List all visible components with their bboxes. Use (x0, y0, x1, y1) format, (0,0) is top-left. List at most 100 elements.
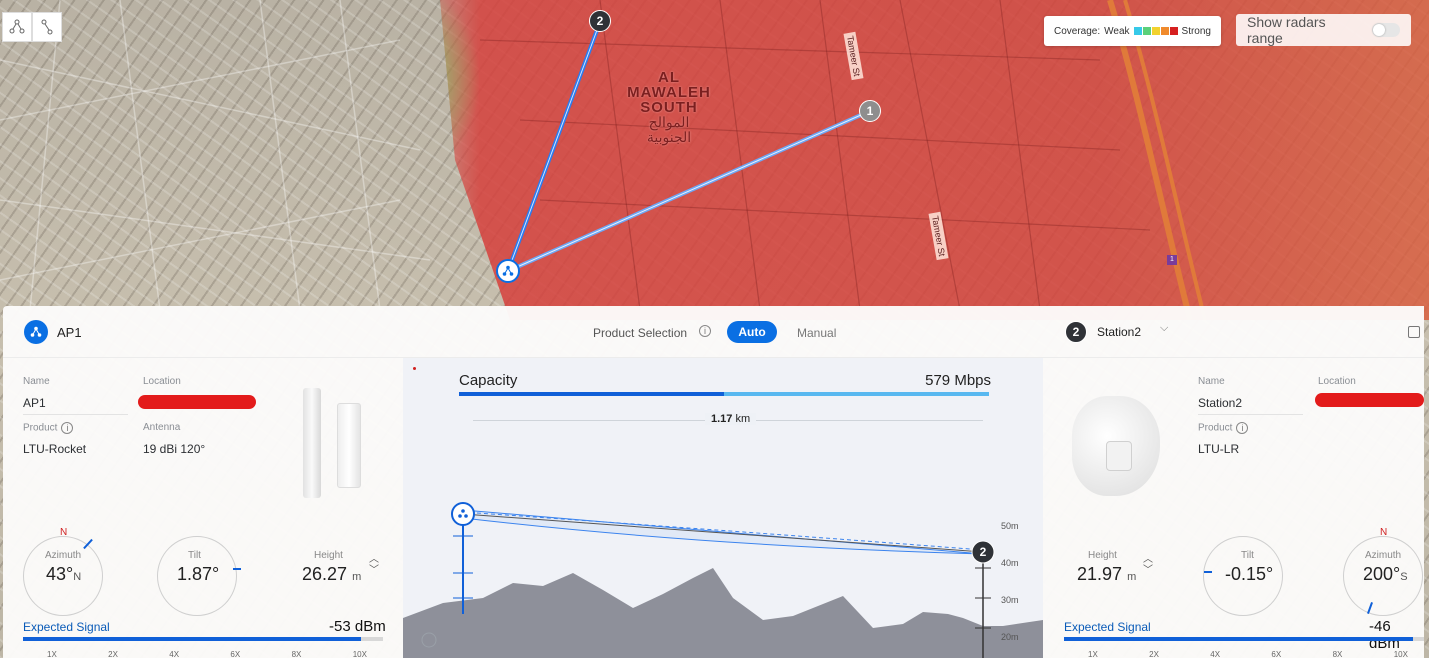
product-info-icon-right[interactable]: i (1236, 422, 1249, 434)
station-profile-label: 2 (980, 545, 987, 559)
topology-icon (9, 19, 25, 34)
scale-label: 1X (47, 650, 57, 658)
product-label: Product i (23, 422, 74, 434)
signal-scale-right: 1X 2X 4X 6X 8X 10X (1088, 650, 1408, 658)
height-tick-50: 50m (1001, 521, 1019, 531)
azimuth-label: Azimuth (45, 550, 82, 561)
scale-label: 4X (1210, 650, 1221, 658)
place-label-en: AL MAWALEH SOUTH (627, 69, 711, 116)
device-image-ltu-rocket (303, 388, 365, 498)
tilt-value-right: -0.15° (1225, 564, 1274, 584)
height-label: Height (314, 550, 343, 561)
height-tick-30: 30m (1001, 595, 1019, 605)
fresnel-zone-outer (462, 509, 984, 555)
location-redacted (138, 395, 256, 409)
radar-range-toggle[interactable]: Show radars range (1236, 14, 1411, 46)
topology-tool-button[interactable] (2, 12, 32, 42)
terrain-profile (403, 568, 1043, 658)
name-underline (23, 414, 128, 415)
scale-label: 6X (1271, 650, 1282, 658)
scale-label: 10X (352, 650, 367, 658)
route-badge: 1 (1167, 255, 1177, 265)
height-stepper[interactable]: ︿ ﹀ (369, 554, 379, 576)
azimuth-label-right: Azimuth (1365, 550, 1402, 561)
coverage-swatch-0 (1133, 27, 1142, 35)
name-value[interactable]: AP1 (23, 396, 46, 410)
radar-range-label: Show radars range (1247, 14, 1326, 46)
coverage-legend-scale (1133, 27, 1178, 35)
left-device-title: AP1 (57, 325, 82, 340)
radar-range-switch[interactable] (1371, 23, 1400, 37)
antenna-label: Antenna (143, 422, 181, 433)
tilt-label: Tilt (188, 550, 201, 561)
height-tick-20: 20m (1001, 632, 1019, 642)
product-selection-info-icon[interactable]: i (699, 325, 711, 337)
location-label: Location (143, 376, 181, 387)
scale-label: 8X (291, 650, 302, 658)
elevation-profile-chart: 2 50m 40m 30m 20m (403, 502, 1043, 658)
product-value[interactable]: LTU-Rocket (23, 442, 86, 456)
expected-signal-label: Expected Signal (23, 620, 110, 634)
product-info-icon[interactable]: i (61, 422, 74, 434)
product-label-right: Product i (1198, 422, 1249, 434)
coverage-swatch-1 (1142, 27, 1151, 35)
ap-icon (502, 265, 514, 276)
scale-label: 2X (108, 650, 118, 658)
scale-label: 6X (230, 650, 241, 658)
manual-button[interactable]: Manual (797, 326, 836, 340)
auto-button[interactable]: Auto (727, 321, 777, 343)
name-underline-right (1198, 414, 1303, 415)
signal-scale: 1X 2X 4X 6X 8X 10X (47, 650, 367, 658)
name-label: Name (23, 376, 50, 387)
tilt-label-right: Tilt (1241, 550, 1254, 561)
product-value-right[interactable]: LTU-LR (1198, 442, 1239, 456)
coverage-legend-strong: Strong (1181, 25, 1211, 37)
coverage-legend-weak: Weak (1104, 25, 1130, 37)
map-overlay (0, 0, 1207, 320)
coverage-legend-label: Coverage: (1054, 25, 1101, 37)
right-device-title[interactable]: Station2 (1097, 325, 1141, 339)
location-label-right: Location (1318, 376, 1356, 387)
ap-profile-marker[interactable] (451, 502, 475, 526)
name-label-right: Name (1198, 376, 1225, 387)
station-marker-1[interactable]: 1 (859, 100, 881, 122)
place-label-ar: الموالح الجنوبية (646, 114, 692, 145)
expected-signal-value-right: -46 dBm (1369, 618, 1400, 652)
expected-signal-label-right: Expected Signal (1064, 620, 1151, 634)
azimuth-value: 43°N (46, 564, 82, 584)
height-value-right[interactable]: 21.97 m (1077, 564, 1136, 585)
link-icon (41, 19, 53, 35)
scale-label: 2X (1149, 650, 1159, 658)
antenna-value[interactable]: 19 dBi 120° (143, 442, 205, 456)
right-device-badge: 2 (1065, 321, 1087, 343)
height-value[interactable]: 26.27 m (302, 564, 361, 585)
coverage-swatch-4 (1169, 27, 1178, 35)
name-value-right[interactable]: Station2 (1198, 396, 1242, 410)
link-profile: Capacity 579 Mbps 1.17 km 2 50m 40m 30m … (403, 358, 1043, 658)
scale-label: 10X (1393, 650, 1408, 658)
height-stepper-right[interactable]: ︿ ﹀ (1143, 554, 1153, 576)
coverage-legend: Coverage: Weak Strong (1044, 16, 1221, 46)
tilt-needle (233, 568, 241, 570)
coverage-swatch-2 (1151, 27, 1160, 35)
height-label-right: Height (1088, 550, 1117, 561)
product-selection-label: Product Selection (593, 326, 688, 340)
panel-header: AP1 Product Selection i Auto Manual 2 St… (3, 306, 1424, 358)
location-redacted-right (1315, 393, 1424, 407)
scale-label: 8X (1332, 650, 1343, 658)
station-marker-2[interactable]: 2 (589, 10, 611, 32)
device-image-ltu-lr (1068, 396, 1164, 501)
azimuth-value-right: 200°S (1363, 564, 1408, 584)
scale-label: 1X (1088, 650, 1098, 658)
place-label: AL MAWALEH SOUTH الموالح الجنوبية (620, 70, 718, 145)
minimize-panel-button[interactable] (1408, 326, 1420, 338)
line-of-sight (462, 513, 984, 553)
expected-signal-value: -53 dBm (329, 618, 386, 635)
tilt-needle-right (1204, 571, 1212, 573)
access-point-marker[interactable] (496, 259, 520, 283)
signal-bar-fill (23, 637, 362, 641)
scale-label: 4X (169, 650, 180, 658)
coverage-swatch-3 (1160, 27, 1169, 35)
chevron-down-icon[interactable]: ⌵ (1160, 322, 1168, 335)
link-tool-button[interactable] (32, 12, 62, 42)
